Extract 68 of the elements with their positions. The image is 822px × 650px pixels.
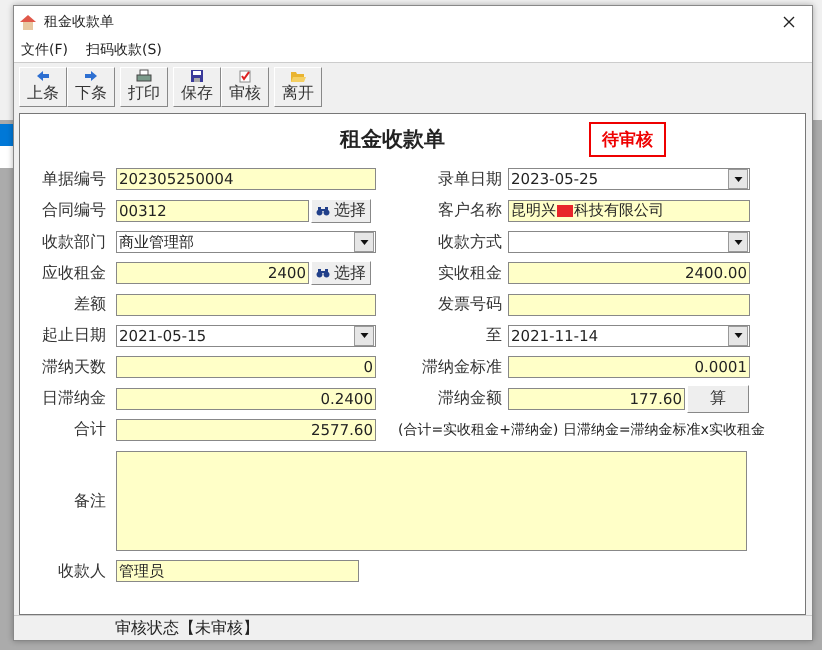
menu-item[interactable]: 扫码收款(S) bbox=[86, 40, 162, 59]
window-title: 租金收款单 bbox=[44, 13, 115, 31]
house-icon bbox=[18, 12, 38, 32]
field-label: 日滞纳金 bbox=[41, 388, 106, 409]
calculate-button[interactable]: 算 bbox=[687, 384, 749, 412]
checklist-icon bbox=[237, 68, 253, 83]
input-field[interactable]: 昆明兴 科技有限公司 bbox=[508, 200, 750, 222]
remarks-field[interactable] bbox=[116, 451, 747, 552]
dropdown-icon bbox=[734, 333, 742, 338]
close-icon bbox=[783, 16, 795, 28]
redaction-mark bbox=[557, 204, 573, 217]
toolbar-button[interactable]: 离开 bbox=[274, 66, 322, 107]
printer-icon bbox=[136, 68, 152, 83]
field-label: 客户名称 bbox=[437, 200, 502, 222]
input-field[interactable]: 2400.00 bbox=[508, 262, 750, 284]
field-label: 应收租金 bbox=[41, 262, 106, 284]
toolbar-button[interactable]: 下条 bbox=[67, 66, 115, 107]
left-arrow-icon bbox=[35, 68, 51, 83]
input-field[interactable]: 00312 bbox=[116, 200, 309, 222]
formula-note: (合计=实收租金+滞纳金) 日滞纳金=滞纳金标准x实收租金 bbox=[398, 420, 765, 439]
field-label: 差额 bbox=[73, 294, 106, 316]
field-label: 单据编号 bbox=[41, 168, 106, 190]
dropdown-icon bbox=[360, 333, 368, 338]
status-text: 审核状态【未审核】 bbox=[115, 618, 259, 639]
field-label: 滞纳金标准 bbox=[421, 356, 502, 378]
field-label: 起止日期 bbox=[41, 325, 106, 346]
dropdown-icon bbox=[734, 176, 742, 182]
input-field[interactable]: 177.60 bbox=[508, 388, 685, 410]
field-label: 收款方式 bbox=[437, 232, 502, 253]
form-title: 租金收款单 bbox=[340, 126, 445, 153]
field-label: 滞纳金额 bbox=[437, 388, 502, 409]
right-arrow-icon bbox=[83, 68, 99, 83]
dropdown-icon bbox=[734, 240, 742, 245]
field-label: 备注 bbox=[73, 490, 106, 512]
input-field[interactable]: 0 bbox=[116, 356, 376, 378]
binoculars-icon bbox=[316, 268, 330, 278]
status-badge: 待审核 bbox=[589, 122, 666, 157]
field-label: 合计 bbox=[73, 419, 106, 440]
toolbar-button[interactable]: 保存 bbox=[173, 66, 221, 107]
input-field[interactable]: 202305250004 bbox=[116, 168, 376, 190]
dropdown-icon bbox=[360, 240, 368, 245]
dropdown[interactable]: 2021-05-15 bbox=[116, 324, 376, 347]
field-label: 收款部门 bbox=[41, 232, 106, 253]
dropdown[interactable]: 2023-05-25 bbox=[508, 168, 750, 190]
menu-item[interactable]: 文件(F) bbox=[21, 40, 68, 59]
field-label: 实收租金 bbox=[437, 262, 502, 284]
dropdown[interactable]: 2021-11-14 bbox=[508, 324, 750, 347]
input-field[interactable]: 0.0001 bbox=[508, 356, 750, 378]
input-field[interactable]: 2400 bbox=[116, 262, 309, 284]
binoculars-icon bbox=[316, 206, 330, 216]
toolbar-button[interactable]: 审核 bbox=[221, 66, 269, 107]
field-label: 滞纳天数 bbox=[41, 356, 106, 378]
field-label: 至 bbox=[485, 325, 502, 346]
input-field[interactable]: 2577.60 bbox=[116, 418, 376, 441]
toolbar-button[interactable]: 打印 bbox=[120, 66, 168, 107]
field-label: 收款人 bbox=[57, 560, 106, 582]
select-button[interactable]: 选择 bbox=[311, 261, 371, 286]
input-field[interactable] bbox=[116, 294, 376, 316]
input-field[interactable]: 管理员 bbox=[116, 560, 359, 582]
input-field[interactable]: 0.2400 bbox=[116, 388, 376, 410]
input-field[interactable] bbox=[508, 294, 750, 316]
field-label: 合同编号 bbox=[41, 200, 106, 222]
select-button[interactable]: 选择 bbox=[311, 198, 371, 223]
field-label: 发票号码 bbox=[437, 294, 502, 316]
dropdown[interactable] bbox=[508, 231, 750, 254]
toolbar-button[interactable]: 上条 bbox=[19, 66, 67, 107]
field-label: 录单日期 bbox=[437, 168, 502, 190]
dropdown[interactable]: 商业管理部 bbox=[116, 231, 376, 254]
